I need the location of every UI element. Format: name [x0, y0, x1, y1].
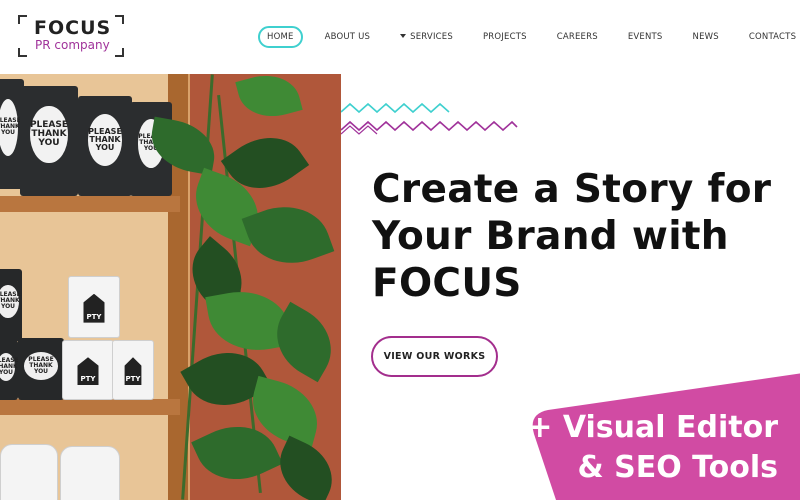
nav-events[interactable]: EVENTS	[628, 32, 663, 42]
bag-label: PLEASE THANK YOU	[87, 114, 123, 166]
paper-bag	[60, 446, 120, 500]
coffee-bag: PLEASE THANK YOU	[78, 96, 132, 196]
nav-home[interactable]: HOME	[258, 26, 303, 48]
coffee-bag: PLEASE THANK YOU	[20, 86, 78, 196]
shelf-plank	[0, 196, 180, 212]
bag-label: PLEASE THANK YOU	[0, 98, 21, 156]
logo-corner	[18, 48, 27, 57]
promo-line-visual-editor: + Visual Editor	[527, 410, 778, 445]
hero-title: Create a Story for Your Brand with FOCUS	[372, 167, 772, 307]
view-our-works-button[interactable]: VIEW OUR WORKS	[371, 336, 498, 377]
zigzag-teal	[341, 102, 450, 114]
nav-news[interactable]: NEWS	[693, 32, 719, 42]
mug-label: PTY	[124, 357, 142, 386]
tumbler-label: PLEASE THANK YOU	[0, 353, 19, 381]
tumbler: PLEASE THANK YOU	[0, 340, 19, 400]
paper-bag	[0, 444, 58, 500]
tumbler-label: PLEASE THANK YOU	[0, 284, 21, 318]
mug-label: PTY	[77, 357, 99, 386]
mug-label: PTY	[83, 293, 105, 323]
bag-label: PLEASE THANK YOU	[30, 105, 68, 163]
site-header: FOCUS PR company HOME ABOUT US SERVICES …	[0, 0, 800, 74]
logo-corner	[18, 15, 27, 24]
caret-down-icon	[400, 34, 407, 38]
tumbler: PLEASE THANK YOU	[0, 269, 22, 341]
logo-corner	[115, 15, 124, 24]
hero-photo: PLEASE THANK YOU PLEASE THANK YOU PLEASE…	[0, 74, 341, 500]
nav-contacts[interactable]: CONTACTS	[749, 32, 796, 42]
promo-line-seo-tools: & SEO Tools	[577, 450, 779, 485]
logo-subtitle: PR company	[35, 38, 110, 52]
white-mug: PTY	[62, 340, 114, 400]
zigzag-decoration	[341, 102, 518, 135]
nav-about-us[interactable]: ABOUT US	[325, 32, 371, 42]
tumbler: PLEASE THANK YOU	[18, 338, 64, 400]
shelf-plank	[0, 399, 180, 415]
white-mug: PTY	[68, 276, 120, 338]
nav-careers[interactable]: CAREERS	[557, 32, 598, 42]
nav-services-label: SERVICES	[410, 32, 453, 42]
logo-corner	[115, 48, 124, 57]
nav-projects[interactable]: PROJECTS	[483, 32, 527, 42]
nav-services[interactable]: SERVICES	[400, 32, 453, 42]
logo-wordmark: FOCUS	[34, 17, 112, 39]
main-nav: HOME ABOUT US SERVICES PROJECTS CAREERS …	[258, 26, 796, 48]
tumbler-label: PLEASE THANK YOU	[23, 351, 59, 381]
focus-logo[interactable]: FOCUS PR company	[18, 15, 124, 57]
white-mug: PTY	[112, 340, 154, 400]
